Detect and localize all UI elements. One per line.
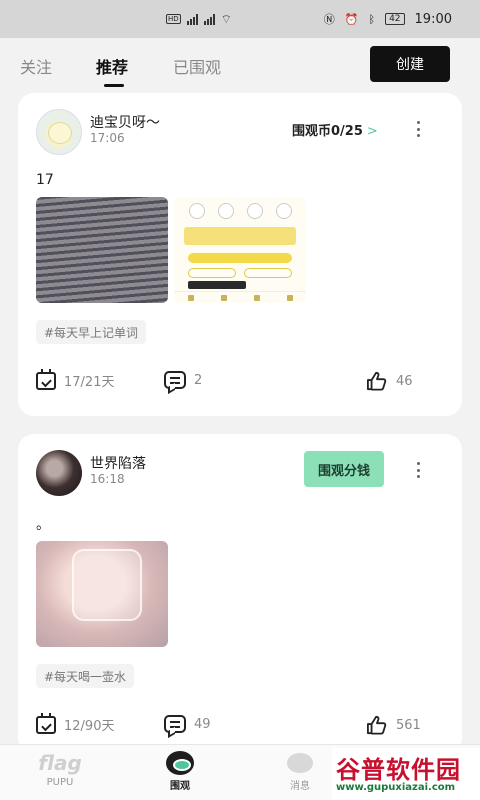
username[interactable]: 世界陷落 — [90, 453, 146, 473]
onlooker-coin-link[interactable]: 围观币0/25 > — [292, 120, 378, 139]
chevron-right-icon: > — [366, 124, 378, 139]
topic-tag[interactable]: #每天早上记单词 — [36, 320, 147, 344]
onlooker-share-button[interactable]: 围观分钱 — [304, 451, 384, 487]
tab-recommended[interactable]: 推荐 — [96, 54, 128, 78]
signal-icons: HD ⌔ — [166, 12, 232, 27]
more-options-icon[interactable] — [414, 119, 422, 139]
like-count: 46 — [396, 373, 413, 389]
calendar-check-icon — [36, 368, 56, 390]
post-photo-notes[interactable] — [36, 197, 168, 303]
comment-icon — [164, 371, 186, 389]
comment-icon — [164, 715, 186, 733]
status-bar: HD ⌔ Ⓝ ⏰ ᛒ 42 19:00 — [0, 0, 480, 38]
comment-count: 49 — [194, 716, 211, 732]
post-time: 17:06 — [90, 131, 125, 145]
onlooker-coin-label: 围观币0/25 — [292, 124, 363, 139]
eye-icon — [166, 751, 194, 775]
nav-item-onlook[interactable]: 围观 — [140, 751, 220, 792]
tab-watched[interactable]: 已围观 — [173, 54, 221, 78]
message-icon — [287, 753, 313, 773]
like-button[interactable]: 46 — [366, 371, 413, 391]
hd-icon: HD — [166, 14, 181, 24]
nfc-icon: Ⓝ — [323, 13, 335, 26]
thumbs-up-icon — [366, 715, 387, 735]
watermark: 谷普软件园 www.gupuxiazai.com — [332, 748, 480, 800]
alarm-icon: ⏰ — [344, 12, 359, 26]
post-card[interactable]: 世界陷落 16:18 围观分钱 。 #每天喝一壶水 12/90天 49 561 — [18, 434, 462, 754]
more-options-icon[interactable] — [414, 460, 422, 480]
tab-indicator — [104, 84, 124, 87]
wifi-icon: ⌔ — [220, 11, 232, 26]
bluetooth-icon: ᛒ — [368, 12, 376, 26]
watermark-title: 谷普软件园 — [336, 756, 461, 784]
flag-logo: flag — [38, 751, 82, 775]
topic-tag[interactable]: #每天喝一壶水 — [36, 664, 135, 688]
battery-icon: 42 — [385, 13, 405, 25]
top-tabs: 关注 推荐 已围观 创建 — [0, 38, 480, 92]
nav-label: 围观 — [170, 781, 190, 792]
post-photo-app-screenshot[interactable] — [174, 197, 306, 303]
comment-count: 2 — [194, 372, 203, 388]
comment-button[interactable]: 49 — [164, 715, 211, 733]
comment-button[interactable]: 2 — [164, 371, 202, 389]
watermark-url: www.gupuxiazai.com — [336, 782, 456, 793]
post-photo-water-glass[interactable] — [36, 541, 168, 647]
nav-label: PUPU — [46, 777, 74, 788]
signal-icon — [186, 13, 198, 25]
tab-following[interactable]: 关注 — [20, 54, 52, 78]
post-card[interactable]: 迪宝贝呀～ 17:06 围观币0/25 > 17 #每天早上记单词 17/21天 … — [18, 93, 462, 416]
nav-item-pupu[interactable]: flag PUPU — [20, 751, 100, 788]
status-time: 19:00 — [414, 11, 452, 27]
calendar-check-icon — [36, 712, 56, 734]
post-time: 16:18 — [90, 472, 125, 486]
avatar[interactable] — [36, 450, 82, 496]
thumbs-up-icon — [366, 371, 387, 391]
avatar[interactable] — [36, 109, 82, 155]
checkin-days: 12/90天 — [64, 719, 115, 734]
nav-label: 消息 — [290, 781, 310, 792]
checkin-days: 17/21天 — [64, 375, 115, 390]
create-button[interactable]: 创建 — [370, 46, 450, 82]
post-text: 17 — [36, 172, 54, 188]
like-button[interactable]: 561 — [366, 715, 421, 735]
signal-icon-2 — [203, 13, 215, 25]
post-text: 。 — [36, 517, 50, 533]
nav-item-messages[interactable]: 消息 — [260, 751, 340, 792]
like-count: 561 — [396, 717, 421, 733]
checkin-progress: 12/90天 — [36, 712, 115, 734]
checkin-progress: 17/21天 — [36, 368, 115, 390]
username[interactable]: 迪宝贝呀～ — [90, 112, 160, 132]
